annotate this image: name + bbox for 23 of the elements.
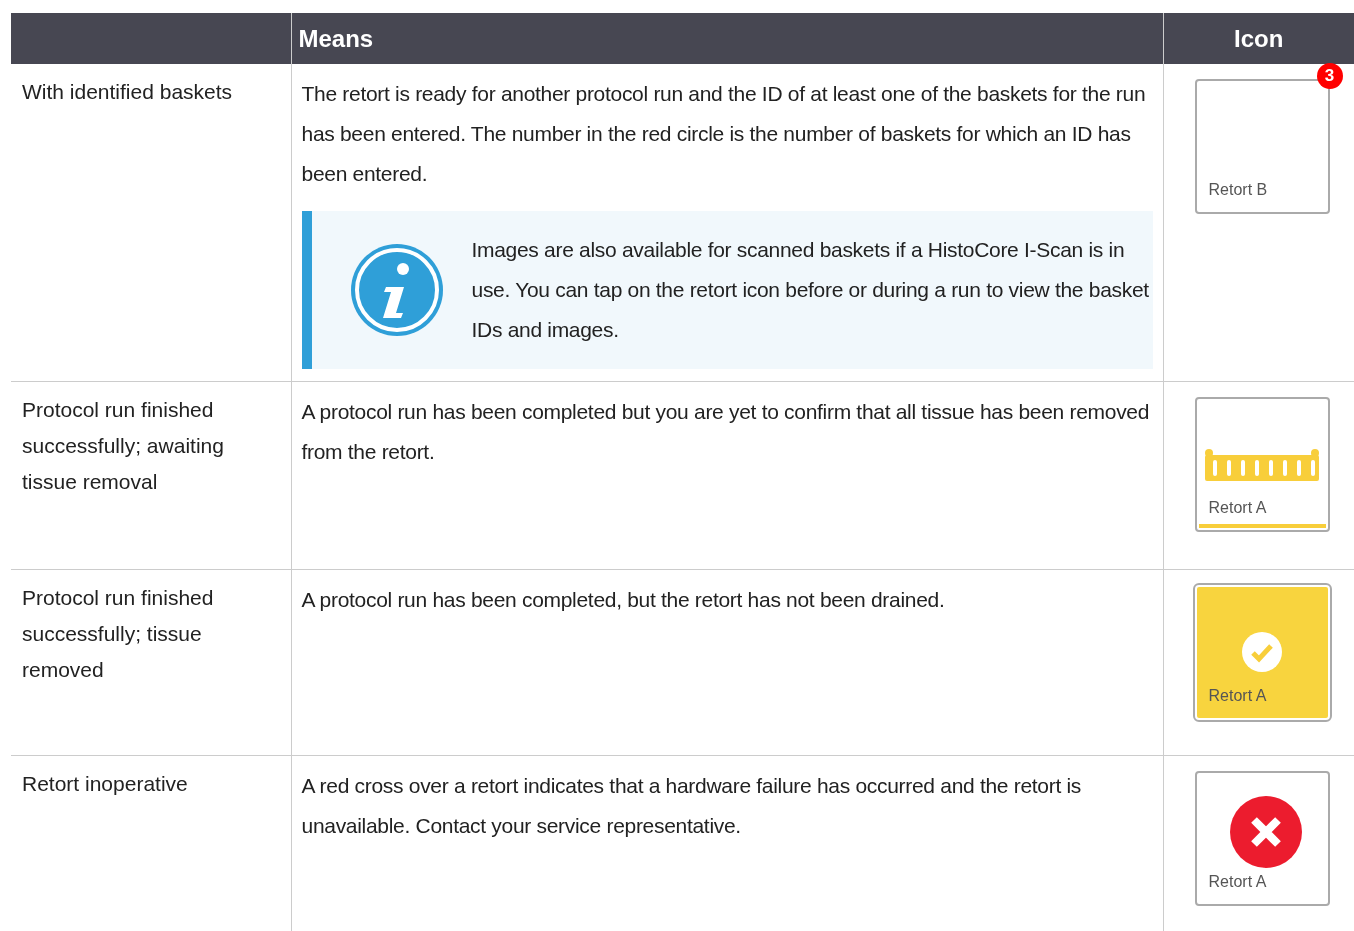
state-label: Protocol run finished successfully; awaiting tissue removal: [22, 397, 224, 493]
retort-label: Retort A: [1208, 685, 1267, 706]
column-header: Means: [291, 13, 1163, 64]
retort-tile[interactable]: Retort A: [1194, 584, 1330, 720]
count-badge: 3: [1316, 63, 1343, 89]
close-icon: [1229, 795, 1302, 868]
retort-tile[interactable]: Retort A: [1194, 770, 1330, 906]
description-text: A red cross over a retort indicates that a hardware failure has occurred and the retort is unavailable. Contact your service representative.: [301, 772, 1083, 839]
check-icon: [1241, 631, 1282, 672]
description-text: A protocol run has been completed but you are yet to confirm that all tissue has been removed from the retort.: [301, 398, 1151, 465]
state-label: Retort inoperative: [22, 771, 188, 795]
retort-tile[interactable]: Retort A: [1194, 396, 1330, 532]
retort-label: Retort B: [1208, 180, 1268, 200]
retort-label: Retort A: [1208, 871, 1267, 892]
column-header: Icon: [1163, 13, 1354, 64]
basket-icon: [1204, 448, 1319, 481]
description-text: A protocol run has been completed, but the retort has not been drained.: [301, 586, 946, 613]
state-label: Protocol run finished successfully; tissue removed: [22, 585, 214, 681]
note-text: Images are also available for scanned baskets if a HistoCore I-Scan is in use. You can tap on the retort icon before or during a run to view the basket IDs and images.: [471, 237, 1150, 343]
info-icon: [349, 243, 444, 337]
retort-label: Retort A: [1208, 497, 1267, 518]
state-label: With identified baskets: [22, 80, 233, 103]
description-text: The retort is ready for another protocol run and the ID of at least one of the baskets for the run has been entered. The number in the red circle is the number of baskets for which an ID has been entered.: [301, 81, 1147, 187]
